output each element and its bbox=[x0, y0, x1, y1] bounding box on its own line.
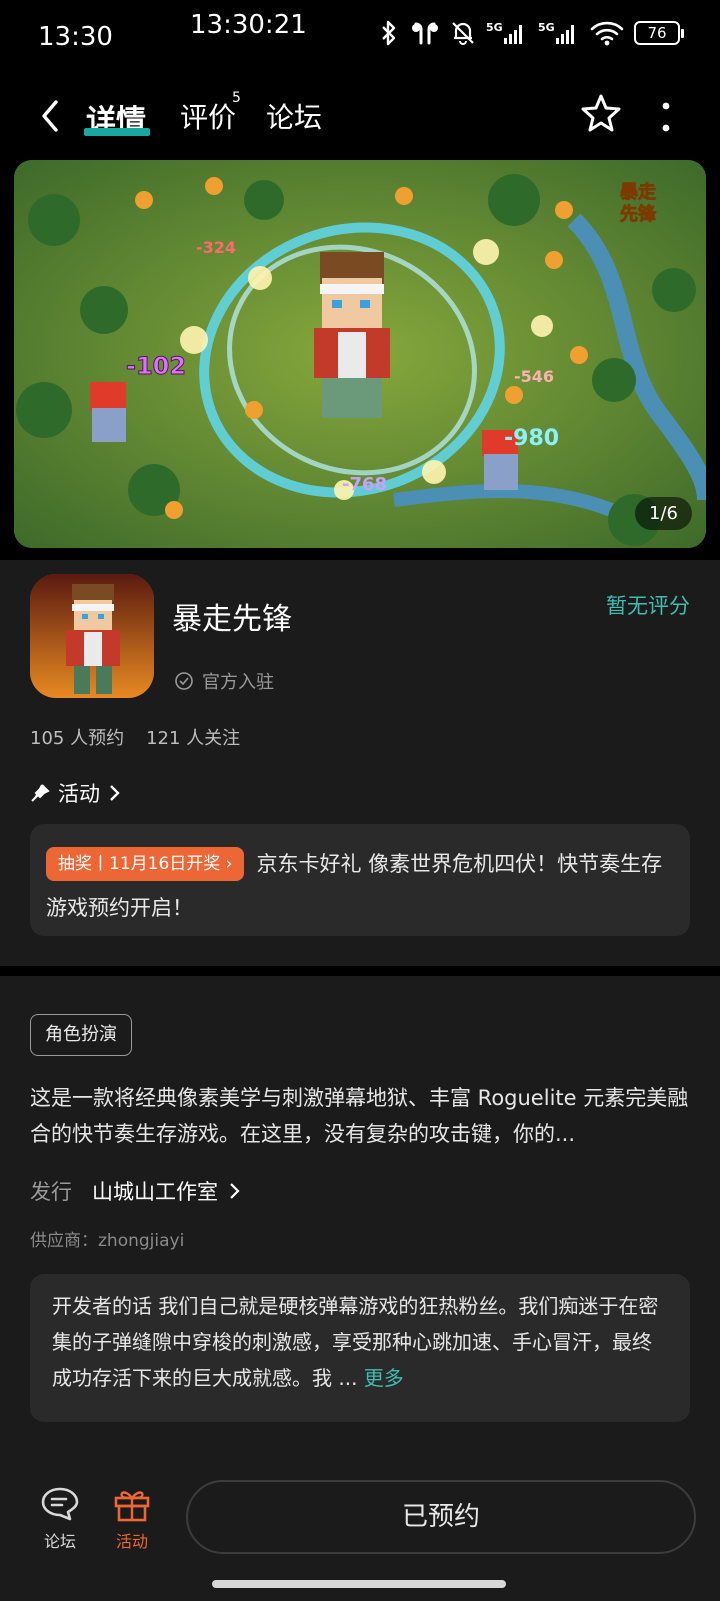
activity-card[interactable]: 抽奖丨11月16日开奖 › 京东卡好礼 像素世界危机四伏！快节奏生存游戏预约开启！ bbox=[30, 824, 690, 936]
bottom-activity-label: 活动 bbox=[115, 1532, 148, 1551]
forum-chat-icon bbox=[41, 1487, 79, 1521]
top-nav: 详情 评价 论坛 bbox=[0, 78, 720, 154]
damage-number: -546 bbox=[514, 367, 554, 386]
status-time: 13:30 bbox=[38, 22, 113, 52]
follower-count: 121 人关注 bbox=[146, 728, 241, 749]
publisher-row[interactable]: 发行 山城山工作室 bbox=[30, 1176, 242, 1206]
reviews-count-badge: 5 bbox=[232, 90, 241, 106]
app-icon bbox=[30, 574, 154, 698]
bottom-forum-label: 论坛 bbox=[43, 1532, 76, 1551]
game-description[interactable]: 这是一款将经典像素美学与刺激弹幕地狱、丰富 Roguelite 元素完美融合的快… bbox=[30, 1080, 690, 1152]
damage-number: -768 bbox=[342, 474, 387, 495]
publisher-name: 山城山工作室 bbox=[92, 1180, 218, 1204]
more-link[interactable]: 更多 bbox=[364, 1366, 404, 1390]
activity-header[interactable]: 活动 bbox=[30, 778, 122, 808]
genre-tag[interactable]: 角色扮演 bbox=[30, 1014, 132, 1056]
wifi-icon bbox=[590, 21, 624, 46]
tab-reviews[interactable]: 评价 bbox=[180, 96, 236, 136]
status-clock: 13:30:21 bbox=[190, 10, 307, 40]
developer-note-text: 开发者的话 我们自己就是硬核弹幕游戏的狂热粉丝。我们痴迷于在密集的子弹缝隙中穿梭… bbox=[52, 1294, 659, 1390]
signal-5g-icon: 5G bbox=[486, 21, 522, 44]
official-badge: 官方入驻 bbox=[174, 668, 274, 694]
game-screenshot: -324 -102 -546 -980 -768 暴走 先锋 bbox=[14, 160, 706, 548]
star-icon[interactable] bbox=[580, 92, 622, 134]
bluetooth-icon bbox=[382, 20, 396, 46]
status-bar: 13:30 13:30:21 5G 5G 76 bbox=[0, 0, 720, 78]
active-tab-indicator bbox=[84, 128, 150, 136]
vendor-info: 供应商：zhongjiayi bbox=[30, 1231, 185, 1251]
bottom-activity-button[interactable]: 活动 bbox=[102, 1486, 162, 1552]
chevron-right-icon bbox=[230, 1183, 240, 1199]
lottery-tag: 抽奖丨11月16日开奖 › bbox=[46, 847, 245, 881]
status-icons: 5G 5G 76 bbox=[378, 20, 684, 46]
damage-number: -102 bbox=[126, 352, 186, 380]
svg-text:5G: 5G bbox=[486, 21, 503, 34]
home-indicator[interactable] bbox=[212, 1580, 506, 1588]
check-circle-icon bbox=[175, 672, 193, 690]
official-label: 官方入驻 bbox=[202, 672, 274, 693]
damage-number: -324 bbox=[196, 238, 236, 257]
signal-5g-icon: 5G bbox=[538, 21, 574, 44]
gift-icon bbox=[114, 1491, 150, 1522]
app-name: 暴走先锋 bbox=[172, 602, 292, 637]
more-vertical-icon[interactable] bbox=[656, 100, 676, 134]
developer-note-card[interactable]: 开发者的话 我们自己就是硬核弹幕游戏的狂热粉丝。我们痴迷于在密集的子弹缝隙中穿梭… bbox=[30, 1274, 690, 1422]
reserved-button[interactable]: 已预约 bbox=[186, 1480, 696, 1554]
screenshot-carousel[interactable]: -324 -102 -546 -980 -768 暴走 先锋 1/6 bbox=[14, 160, 706, 548]
mute-bell-icon bbox=[452, 22, 474, 45]
earbuds-icon bbox=[412, 22, 438, 45]
activity-title: 活动 bbox=[58, 782, 100, 806]
game-logo-text-line: 暴走 bbox=[620, 182, 656, 203]
reservation-count: 105 人预约 bbox=[30, 728, 125, 749]
section-divider bbox=[0, 966, 720, 976]
svg-text:5G: 5G bbox=[538, 21, 555, 34]
pin-icon bbox=[31, 784, 50, 802]
app-stats: 105 人预约 121 人关注 bbox=[30, 724, 240, 750]
bottom-forum-button[interactable]: 论坛 bbox=[30, 1486, 90, 1552]
chevron-right-icon bbox=[110, 785, 120, 801]
tab-forum[interactable]: 论坛 bbox=[266, 96, 322, 136]
battery-indicator: 76 bbox=[634, 21, 684, 45]
carousel-counter: 1/6 bbox=[635, 497, 692, 530]
damage-number: -980 bbox=[504, 426, 559, 451]
rating-status: 暂无评分 bbox=[606, 594, 690, 618]
game-logo-text-line: 先锋 bbox=[620, 203, 657, 225]
back-arrow-icon[interactable] bbox=[34, 96, 70, 136]
publisher-label: 发行 bbox=[30, 1180, 72, 1204]
